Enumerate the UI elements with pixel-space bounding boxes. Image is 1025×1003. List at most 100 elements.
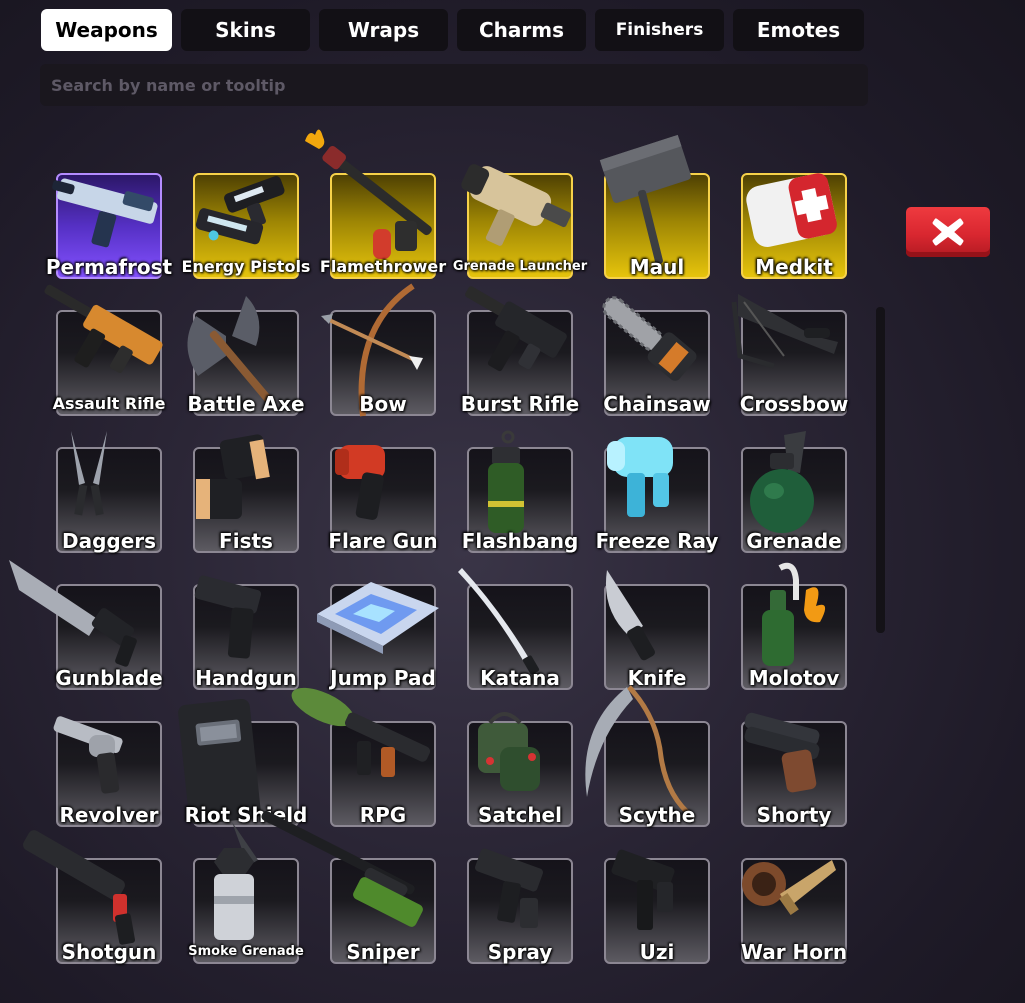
- weapon-jump-pad[interactable]: Jump Pad: [317, 576, 447, 704]
- bow-icon: [321, 283, 433, 417]
- weapon-freeze-ray[interactable]: Freeze Ray: [593, 437, 721, 567]
- uzi-icon: [607, 849, 707, 950]
- weapon-uzi[interactable]: Uzi: [593, 849, 721, 978]
- tab-finishers[interactable]: Finishers: [595, 9, 724, 51]
- weapon-gunblade[interactable]: Gunblade: [9, 560, 173, 704]
- item-label: Freeze Ray: [595, 529, 719, 553]
- weapon-handgun[interactable]: Handgun: [182, 575, 310, 704]
- flashbang-icon: [470, 430, 570, 539]
- energy-pistols-icon: [195, 169, 296, 265]
- molotov-icon: [744, 562, 844, 676]
- maul-icon: [599, 134, 707, 265]
- weapon-flamethrower[interactable]: Flamethrower: [305, 129, 447, 293]
- item-label: Crossbow: [739, 392, 849, 416]
- tab-weapons[interactable]: Weapons: [41, 9, 172, 51]
- item-label: Fists: [219, 529, 273, 553]
- close-button[interactable]: [906, 207, 990, 257]
- crossbow-icon: [731, 294, 844, 402]
- item-label: Satchel: [478, 803, 562, 827]
- item-label: Molotov: [748, 666, 840, 690]
- freeze-ray-icon: [607, 437, 707, 539]
- weapon-spray[interactable]: Spray: [456, 848, 584, 978]
- medkit-icon: [744, 169, 844, 265]
- weapon-smoke-grenade[interactable]: Smoke Grenade: [182, 822, 310, 978]
- item-label: Battle Axe: [187, 392, 305, 416]
- weapon-rpg[interactable]: RPG: [291, 687, 447, 841]
- fists-icon: [196, 434, 296, 539]
- item-label: Flamethrower: [319, 257, 447, 276]
- weapon-battle-axe[interactable]: Battle Axe: [182, 296, 310, 430]
- item-label: Burst Rifle: [460, 392, 580, 416]
- weapon-crossbow[interactable]: Crossbow: [730, 294, 858, 430]
- gunblade-icon: [9, 560, 159, 676]
- item-label: Spray: [487, 940, 553, 964]
- knife-icon: [605, 570, 707, 676]
- weapon-revolver[interactable]: Revolver: [45, 713, 173, 841]
- item-label: Uzi: [639, 940, 675, 964]
- weapon-assault-rifle[interactable]: Assault Rifle: [44, 284, 173, 430]
- weapon-flashbang[interactable]: Flashbang: [456, 430, 584, 567]
- scrollbar[interactable]: [876, 307, 885, 633]
- battle-axe-icon: [187, 296, 296, 403]
- item-label: Shorty: [756, 803, 832, 827]
- spray-icon: [470, 848, 570, 950]
- scythe-icon: [585, 685, 707, 819]
- satchel-icon: [470, 712, 570, 813]
- daggers-icon: [59, 431, 159, 539]
- tab-charms[interactable]: Charms: [457, 9, 586, 51]
- weapon-medkit[interactable]: Medkit: [730, 165, 858, 293]
- katana-icon: [458, 568, 570, 676]
- weapon-katana[interactable]: Katana: [456, 568, 584, 704]
- weapon-satchel[interactable]: Satchel: [456, 712, 584, 841]
- shotgun-icon: [23, 830, 159, 950]
- revolver-icon: [53, 716, 159, 813]
- flare-gun-icon: [333, 443, 433, 539]
- weapon-grenade[interactable]: Grenade: [730, 431, 858, 567]
- jump-pad-icon: [317, 580, 439, 676]
- weapon-sniper[interactable]: Sniper: [261, 810, 447, 978]
- tab-skins[interactable]: Skins: [181, 9, 310, 51]
- shorty-icon: [744, 712, 844, 813]
- item-label: Gunblade: [55, 666, 163, 690]
- item-label: Grenade Launcher: [452, 259, 588, 274]
- weapon-energy-pistols[interactable]: Energy Pistols: [182, 165, 310, 293]
- weapon-riot-shield[interactable]: Riot Shield: [178, 699, 310, 841]
- item-label: Chainsaw: [603, 392, 711, 416]
- weapon-grid: Permafrost Energy Pistols Flamethrower G…: [9, 129, 858, 978]
- weapon-chainsaw[interactable]: Chainsaw: [593, 296, 721, 430]
- weapon-grenade-launcher[interactable]: Grenade Launcher: [453, 164, 587, 293]
- permafrost-rifle-icon: [52, 169, 159, 265]
- weapon-flare-gun[interactable]: Flare Gun: [319, 439, 447, 567]
- item-label: Revolver: [59, 803, 159, 827]
- weapon-daggers[interactable]: Daggers: [45, 431, 173, 567]
- item-label: Katana: [480, 666, 560, 690]
- item-label: Handgun: [195, 666, 297, 690]
- weapon-bow[interactable]: Bow: [319, 283, 447, 430]
- grenade-launcher-icon: [461, 164, 571, 265]
- weapon-maul[interactable]: Maul: [593, 134, 721, 293]
- weapon-shotgun[interactable]: Shotgun: [23, 830, 173, 978]
- chainsaw-icon: [602, 296, 707, 402]
- item-label: Sniper: [346, 940, 420, 964]
- weapon-shorty[interactable]: Shorty: [730, 712, 858, 841]
- weapon-permafrost[interactable]: Permafrost: [45, 165, 173, 293]
- item-label: Jump Pad: [330, 666, 436, 690]
- weapon-war-horn[interactable]: War Horn: [730, 850, 858, 978]
- rpg-icon: [291, 687, 433, 813]
- item-label: Maul: [629, 255, 685, 279]
- item-label: Flashbang: [461, 529, 579, 553]
- tab-wraps[interactable]: Wraps: [319, 9, 448, 51]
- weapon-knife[interactable]: Knife: [593, 570, 721, 704]
- weapon-burst-rifle[interactable]: Burst Rifle: [456, 286, 584, 430]
- item-label: Knife: [627, 666, 687, 690]
- war-horn-icon: [742, 854, 844, 950]
- tab-emotes[interactable]: Emotes: [733, 9, 864, 51]
- weapon-scythe[interactable]: Scythe: [585, 685, 721, 841]
- search-input[interactable]: [40, 64, 868, 106]
- weapon-fists[interactable]: Fists: [182, 434, 310, 567]
- weapon-molotov[interactable]: Molotov: [730, 562, 858, 704]
- close-x-icon: [932, 218, 964, 246]
- riot-shield-icon: [178, 699, 296, 825]
- smoke-grenade-icon: [196, 822, 296, 950]
- item-label: Riot Shield: [184, 803, 308, 827]
